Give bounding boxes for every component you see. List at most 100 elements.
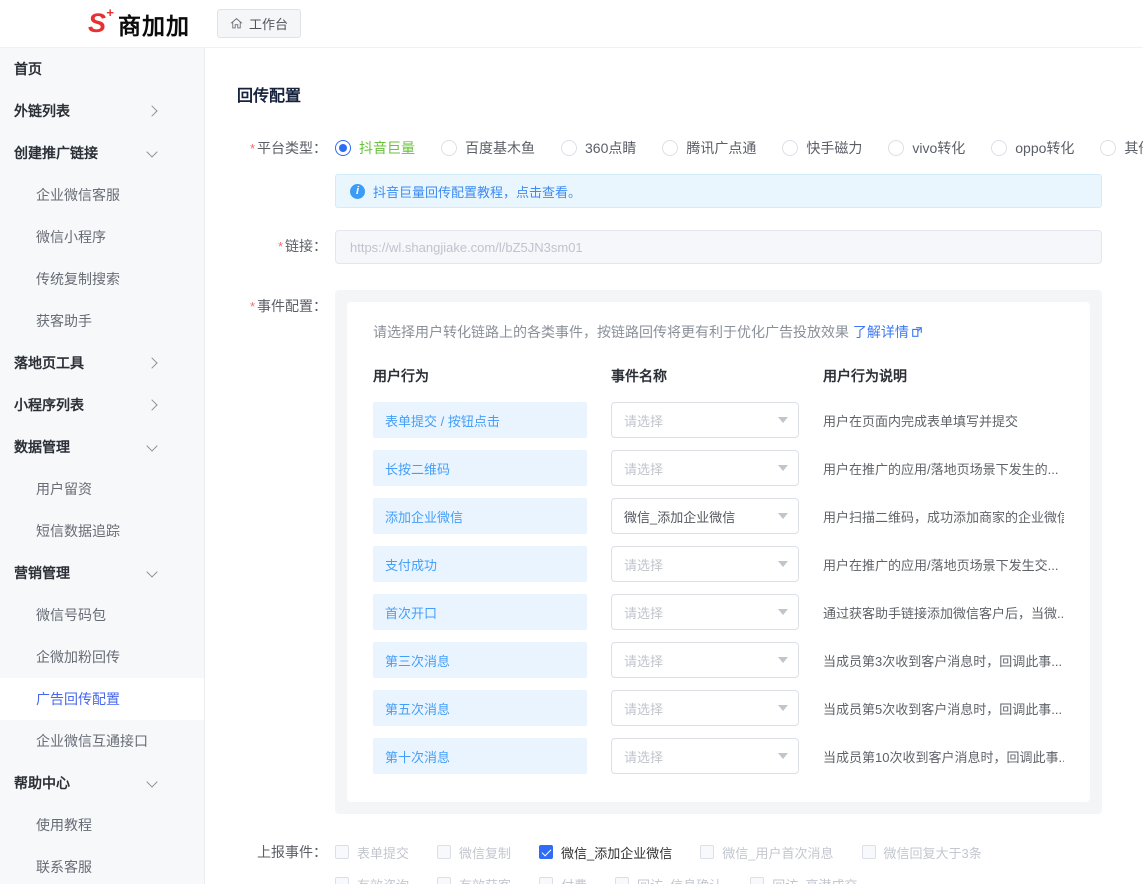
sidebar-item-create-promo-link[interactable]: 创建推广链接 [0,132,204,174]
tab-workspace[interactable]: 工作台 [217,9,301,38]
behavior-chip[interactable]: 添加企业微信 [373,498,587,534]
col-behavior-desc: 用户行为说明 [823,366,1064,386]
checkbox-icon [539,877,553,884]
sidebar-item-external-links[interactable]: 外链列表 [0,90,204,132]
learn-more-link[interactable]: 了解详情 [853,324,923,340]
external-link-icon [911,326,923,338]
sidebar-item-wechat-number-pack[interactable]: 微信号码包 [0,594,204,636]
checkbox-checked-icon [539,845,553,859]
chevron-right-icon [146,357,157,368]
caret-down-icon [778,705,788,711]
radio-tencent-guangdiantong[interactable]: 腾讯广点通 [662,138,756,158]
radio-kuaishou-cili[interactable]: 快手磁力 [782,138,862,158]
sidebar-item-copy-search[interactable]: 传统复制搜索 [0,258,204,300]
checkbox-form-submit[interactable]: 表单提交 [335,843,409,862]
report-checkbox-row-1: 表单提交 微信复制 微信_添加企业微信 微信_用户首次消息 微信回复大于3条 [335,838,1102,866]
event-config-row: *事件配置： 请选择用户转化链路上的各类事件，按链路回传将更有利于优化广告投放效… [237,290,1143,814]
behavior-chip[interactable]: 首次开口 [373,594,587,630]
behavior-chip[interactable]: 长按二维码 [373,450,587,486]
event-row-first-message: 首次开口 请选择 通过获客助手链接添加微信客户后，当微... [373,594,1064,630]
radio-360-dianjing[interactable]: 360点睛 [561,138,636,158]
sidebar-item-help-center[interactable]: 帮助中心 [0,762,204,804]
sidebar-item-wechat-miniprogram[interactable]: 微信小程序 [0,216,204,258]
sidebar-item-home[interactable]: 首页 [0,48,204,90]
event-select[interactable]: 请选择 [611,642,799,678]
logo-text: 商加加 [118,7,190,41]
behavior-chip[interactable]: 第十次消息 [373,738,587,774]
checkbox-valid-customer[interactable]: 有效获客 [437,875,511,884]
info-icon: i [350,184,365,199]
sidebar-item-ad-callback-config[interactable]: 广告回传配置 [0,678,204,720]
link-row: *链接： [237,230,1143,264]
checkbox-wechat-first-message[interactable]: 微信_用户首次消息 [700,843,833,862]
tutorial-alert: i 抖音巨量回传配置教程，点击查看。 [335,174,1102,208]
radio-checked-icon [335,140,351,156]
event-select[interactable]: 请选择 [611,546,799,582]
radio-icon [991,140,1007,156]
chevron-down-icon [146,776,157,787]
radio-icon [441,140,457,156]
col-user-behavior: 用户行为 [373,366,611,386]
event-row-long-press-qr: 长按二维码 请选择 用户在推广的应用/落地页场景下发生的... [373,450,1064,486]
radio-baidu-jimuyu[interactable]: 百度基木鱼 [441,138,535,158]
sidebar-item-contact-support[interactable]: 联系客服 [0,846,204,884]
checkbox-icon [335,845,349,859]
event-select[interactable]: 微信_添加企业微信 [611,498,799,534]
checkbox-icon [437,845,451,859]
chevron-down-icon [146,566,157,577]
report-events-label: 上报事件： [237,838,335,866]
behavior-chip[interactable]: 第三次消息 [373,642,587,678]
radio-vivo[interactable]: vivo转化 [888,138,965,158]
radio-oppo[interactable]: oppo转化 [991,138,1074,158]
event-config-intro: 请选择用户转化链路上的各类事件，按链路回传将更有利于优化广告投放效果 了解详情 [373,322,1064,342]
sidebar-item-wecom-interconnect-api[interactable]: 企业微信互通接口 [0,720,204,762]
behavior-chip[interactable]: 支付成功 [373,546,587,582]
event-select[interactable]: 请选择 [611,402,799,438]
checkbox-icon [335,877,349,884]
checkbox-wechat-add-wecom[interactable]: 微信_添加企业微信 [539,843,672,862]
checkbox-icon [615,877,629,884]
radio-icon [1100,140,1116,156]
sidebar-item-customer-assistant[interactable]: 获客助手 [0,300,204,342]
report-checkbox-row-2: 有效咨询 有效获客 付费 回访_信息确认 回访_高潜成交 [335,870,1102,884]
radio-other[interactable]: 其他 [1100,138,1143,158]
event-row-third-message: 第三次消息 请选择 当成员第3次收到客户消息时，回调此事... [373,642,1064,678]
sidebar-item-miniprogram-list[interactable]: 小程序列表 [0,384,204,426]
caret-down-icon [778,561,788,567]
checkbox-paid[interactable]: 付费 [539,875,587,884]
event-select[interactable]: 请选择 [611,738,799,774]
checkbox-icon [437,877,451,884]
event-select[interactable]: 请选择 [611,594,799,630]
chevron-right-icon [146,105,157,116]
col-event-name: 事件名称 [611,366,823,386]
sidebar-item-landing-tools[interactable]: 落地页工具 [0,342,204,384]
callback-link-input[interactable] [335,230,1102,264]
checkbox-wechat-reply-gt3[interactable]: 微信回复大于3条 [862,843,982,862]
event-select[interactable]: 请选择 [611,690,799,726]
sidebar-item-data-management[interactable]: 数据管理 [0,426,204,468]
sidebar-item-sms-tracking[interactable]: 短信数据追踪 [0,510,204,552]
checkbox-callback-high-intent[interactable]: 回访_高潜成交 [750,875,857,884]
checkbox-wechat-copy[interactable]: 微信复制 [437,843,511,862]
checkbox-valid-consult[interactable]: 有效咨询 [335,875,409,884]
event-config-label: *事件配置： [237,290,335,323]
radio-douyin-juliang[interactable]: 抖音巨量 [335,138,415,158]
behavior-chip[interactable]: 表单提交 / 按钮点击 [373,402,587,438]
sidebar-item-tutorials[interactable]: 使用教程 [0,804,204,846]
sidebar-item-wecom-fans-callback[interactable]: 企微加粉回传 [0,636,204,678]
logo-s-icon: S+ [88,10,106,37]
sidebar-item-wecom-service[interactable]: 企业微信客服 [0,174,204,216]
checkbox-callback-info-confirm[interactable]: 回访_信息确认 [615,875,722,884]
radio-icon [888,140,904,156]
sidebar-item-marketing-management[interactable]: 营销管理 [0,552,204,594]
checkbox-icon [862,845,876,859]
tab-workspace-label: 工作台 [249,14,288,33]
event-select[interactable]: 请选择 [611,450,799,486]
behavior-chip[interactable]: 第五次消息 [373,690,587,726]
radio-icon [662,140,678,156]
platform-type-label: *平台类型： [237,132,335,165]
tutorial-alert-link[interactable]: 抖音巨量回传配置教程，点击查看。 [373,182,581,201]
platform-type-row: *平台类型： 抖音巨量 百度基木鱼 360点睛 腾讯广点通 快手磁力 vivo转… [237,132,1143,208]
sidebar-item-user-leads[interactable]: 用户留资 [0,468,204,510]
event-row-form-submit: 表单提交 / 按钮点击 请选择 用户在页面内完成表单填写并提交 [373,402,1064,438]
